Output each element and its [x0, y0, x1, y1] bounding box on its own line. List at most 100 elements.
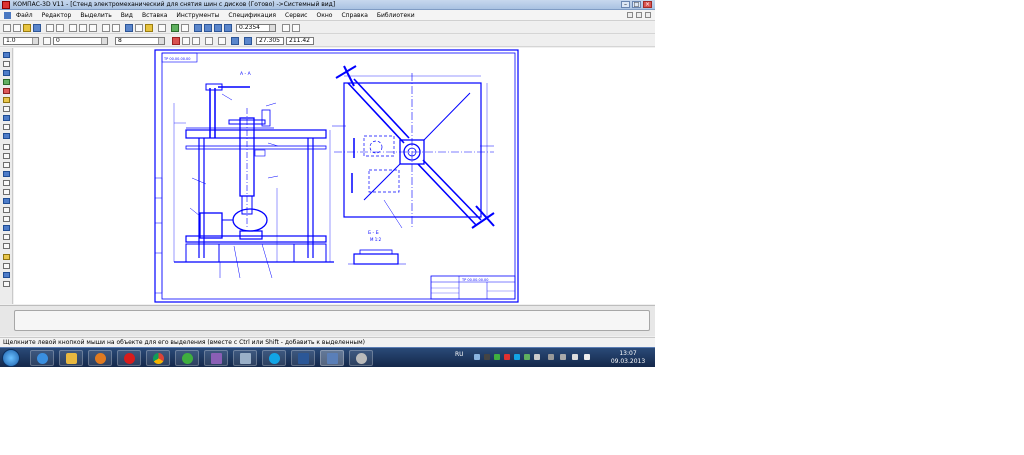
tray-icq-icon[interactable] — [494, 354, 500, 360]
parameters-icon[interactable] — [135, 24, 143, 32]
cut-icon[interactable] — [69, 24, 77, 32]
pan-icon[interactable] — [282, 24, 290, 32]
zoom-window-icon[interactable] — [214, 24, 222, 32]
tray-antivirus-icon[interactable] — [534, 354, 540, 360]
line-icon[interactable] — [3, 144, 10, 150]
command-input-area[interactable] — [14, 310, 650, 331]
tray-skype-icon[interactable] — [514, 354, 520, 360]
layer-icon[interactable] — [43, 37, 51, 45]
redo-icon[interactable] — [112, 24, 120, 32]
doc-minimize-icon[interactable] — [627, 12, 633, 18]
preview-icon[interactable] — [56, 24, 64, 32]
symbols-icon[interactable] — [3, 70, 10, 76]
spec-icon[interactable] — [3, 115, 10, 121]
layers-icon[interactable] — [171, 24, 179, 32]
polyline-icon[interactable] — [3, 180, 10, 186]
style-field[interactable]: 8 — [115, 37, 165, 45]
parametrization-icon[interactable] — [3, 88, 10, 94]
refresh-icon[interactable] — [292, 24, 300, 32]
taskbar-settings[interactable] — [349, 350, 373, 366]
zoom-out-icon[interactable] — [204, 24, 212, 32]
taskbar-chrome[interactable] — [146, 350, 170, 366]
tray-network-icon[interactable] — [474, 354, 480, 360]
snap-settings-icon[interactable] — [182, 37, 190, 45]
taskbar-archive[interactable] — [204, 350, 228, 366]
dropdown-arrow-icon[interactable] — [13, 24, 21, 32]
tray-opera-icon[interactable] — [504, 354, 510, 360]
help-icon[interactable] — [158, 24, 166, 32]
grid-toggle-icon[interactable] — [205, 37, 213, 45]
ortho-icon[interactable] — [192, 37, 200, 45]
menu-select[interactable]: Выделить — [80, 12, 111, 19]
taskbar-media[interactable] — [233, 350, 257, 366]
dimensions-icon[interactable] — [3, 61, 10, 67]
taskbar-media-player[interactable] — [88, 350, 112, 366]
menu-editor[interactable]: Редактор — [42, 12, 72, 19]
maximize-icon[interactable]: □ — [632, 1, 641, 8]
view-icon[interactable] — [3, 272, 10, 278]
minimize-icon[interactable]: – — [621, 1, 630, 8]
measure-icon[interactable] — [3, 97, 10, 103]
layer-field[interactable]: 0 — [53, 37, 108, 45]
menu-window[interactable]: Окно — [316, 12, 332, 19]
copy-icon[interactable] — [79, 24, 87, 32]
pencil-icon[interactable] — [3, 254, 10, 260]
doc-close-icon[interactable] — [645, 12, 651, 18]
style-dropdown-icon[interactable] — [158, 38, 164, 44]
undo-icon[interactable] — [102, 24, 110, 32]
layer-dropdown-icon[interactable] — [101, 38, 107, 44]
zoom-all-icon[interactable] — [224, 24, 232, 32]
taskbar-word[interactable] — [291, 350, 315, 366]
arc-icon[interactable] — [3, 162, 10, 168]
menu-file[interactable]: Файл — [16, 12, 33, 19]
taskbar-icq[interactable] — [175, 350, 199, 366]
close-icon[interactable]: × — [643, 1, 652, 8]
tray-signal-icon[interactable] — [572, 354, 578, 360]
new-document-icon[interactable] — [3, 24, 11, 32]
save-icon[interactable] — [33, 24, 41, 32]
menu-service[interactable]: Сервис — [285, 12, 307, 19]
tray-flag-icon[interactable] — [560, 354, 566, 360]
document-icon[interactable] — [4, 11, 11, 19]
menu-help[interactable]: Справка — [341, 12, 367, 19]
language-indicator[interactable]: RU — [455, 351, 464, 358]
rectangle-icon[interactable] — [3, 171, 10, 177]
cursor-snap-icon[interactable] — [244, 37, 252, 45]
zoom-in-icon[interactable] — [194, 24, 202, 32]
tray-bluetooth-icon[interactable] — [484, 354, 490, 360]
menu-view[interactable]: Вид — [121, 12, 133, 19]
grid-icon[interactable] — [181, 24, 189, 32]
reports-icon[interactable] — [3, 124, 10, 130]
offset-icon[interactable] — [3, 234, 10, 240]
circle-icon[interactable] — [3, 153, 10, 159]
menu-libraries[interactable]: Библиотеки — [377, 12, 415, 19]
tray-show-hidden-icon[interactable] — [548, 354, 554, 360]
menu-tools[interactable]: Инструменты — [176, 12, 219, 19]
snap-icon[interactable] — [172, 37, 180, 45]
round-icon[interactable] — [231, 37, 239, 45]
manager-icon[interactable] — [125, 24, 133, 32]
trim-icon[interactable] — [3, 243, 10, 249]
print-icon[interactable] — [46, 24, 54, 32]
line-width-field[interactable]: 1.0 — [3, 37, 39, 45]
geometry-icon[interactable] — [3, 52, 10, 58]
drawing-canvas[interactable]: ТР 00.00.00.00 А - А Б - Б М 1:2 ТР 00.0… — [14, 48, 655, 304]
tray-volume-icon[interactable] — [584, 354, 590, 360]
taskbar-ie[interactable] — [30, 350, 54, 366]
table-icon[interactable] — [3, 207, 10, 213]
taskbar-kompas[interactable] — [320, 350, 344, 366]
open-folder-icon[interactable] — [23, 24, 31, 32]
taskbar-opera[interactable] — [117, 350, 141, 366]
doc-restore-icon[interactable] — [636, 12, 642, 18]
paste-icon[interactable] — [89, 24, 97, 32]
text-icon[interactable] — [3, 198, 10, 204]
variables-icon[interactable] — [145, 24, 153, 32]
tray-update-icon[interactable] — [524, 354, 530, 360]
scale-dropdown-icon[interactable] — [269, 25, 275, 31]
fillet-icon[interactable] — [3, 216, 10, 222]
taskbar-explorer[interactable] — [59, 350, 83, 366]
chamfer-icon[interactable] — [3, 225, 10, 231]
kompas-app-icon[interactable] — [2, 1, 10, 9]
hatch-icon[interactable] — [3, 189, 10, 195]
scale-field[interactable]: 0.2354 — [236, 24, 276, 32]
